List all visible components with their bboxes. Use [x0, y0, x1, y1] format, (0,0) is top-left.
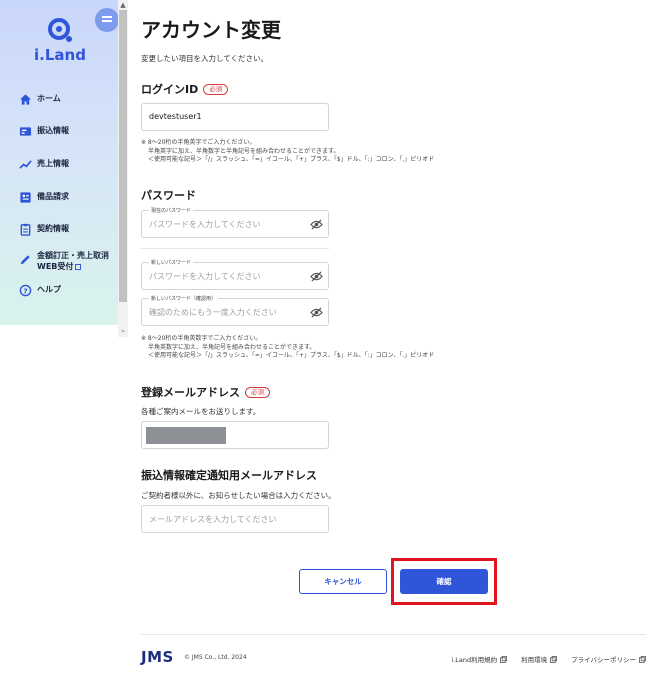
login-id-note-line1: ※ 8〜20桁の半角英字でご入力ください。	[141, 139, 256, 146]
notify-email-heading: 振込情報確定通知用メールアドレス	[141, 467, 317, 483]
footer-divider	[141, 634, 646, 635]
current-password-label: 現在のパスワード	[149, 207, 194, 214]
sidebar-item-label: 備品請求	[37, 192, 69, 201]
sidebar-item-help[interactable]: ? ヘルプ	[19, 284, 61, 297]
password-note-line1: ※ 8〜20桁の半角英数字でご入力ください。	[141, 335, 262, 342]
current-password-placeholder: パスワードを入力してください	[149, 220, 261, 229]
current-password-input[interactable]: 現在のパスワード パスワードを入力してください	[141, 207, 329, 238]
sidebar-item-home[interactable]: ホーム	[19, 93, 61, 106]
email-input[interactable]	[141, 421, 329, 449]
password-heading: パスワード	[141, 187, 196, 203]
notify-email-helper: ご契約者様以外に、お知らせしたい場合は入力ください。	[141, 491, 336, 500]
copyright-text: © JMS Co., Ltd. 2024	[184, 654, 247, 661]
sidebar-item-correction[interactable]: 金額訂正・売上取消 WEB受付	[19, 250, 109, 272]
scroll-down-arrow-icon[interactable]: ⌄	[118, 325, 128, 335]
login-id-note-line2: 半角英字に加え、半角数字と半角記号を組み合わせることができます。	[148, 147, 340, 155]
eye-off-icon[interactable]	[310, 271, 323, 282]
new-password-label: 新しいパスワード	[149, 259, 194, 266]
sidebar-item-label: 振込情報	[37, 126, 69, 135]
footer-link-label: i.Land利用規約	[451, 656, 498, 664]
login-id-title: ログインID	[141, 83, 199, 96]
clipboard-icon	[20, 223, 31, 236]
password-title: パスワード	[141, 189, 196, 202]
external-link-icon	[550, 655, 558, 663]
svg-text:?: ?	[23, 286, 27, 295]
pencil-icon	[20, 255, 30, 265]
page-lead: 変更したい項目を入力してください。	[141, 54, 269, 63]
help-icon: ?	[19, 284, 32, 297]
eye-off-icon[interactable]	[310, 219, 323, 230]
sidebar-item-label: 売上情報	[37, 159, 69, 168]
trend-chart-icon	[19, 160, 32, 169]
footer-link-label: プライバシーポリシー	[571, 656, 636, 664]
password-note: ※ 8〜20桁の半角英数字でご入力ください。 半角英数字に加え、半角記号を組み合…	[141, 335, 434, 361]
sidebar-item-label: 契約情報	[37, 224, 69, 233]
jms-logo: JMS	[141, 648, 174, 666]
notify-email-placeholder: メールアドレスを入力してください	[149, 515, 277, 524]
sidebar: i.Land ホーム 振込情報 売上情報 備品請求 契約情報 金額訂正・売上取消	[0, 0, 119, 325]
hamburger-menu-button[interactable]	[95, 8, 119, 32]
logo-text: i.Land	[34, 46, 86, 64]
sidebar-item-sales[interactable]: 売上情報	[19, 158, 69, 171]
sidebar-item-label-line2: WEB受付	[37, 262, 74, 271]
cancel-button[interactable]: キャンセル	[299, 569, 387, 594]
notify-email-title: 振込情報確定通知用メールアドレス	[141, 469, 317, 482]
new-password-input[interactable]: 新しいパスワード パスワードを入力してください	[141, 259, 329, 290]
email-title: 登録メールアドレス	[141, 386, 240, 399]
password-note-line2: 半角英数字に加え、半角記号を組み合わせることができます。	[148, 343, 316, 351]
eye-off-icon[interactable]	[310, 307, 323, 318]
confirm-password-label: 新しいパスワード（確認用）	[149, 295, 219, 302]
external-link-icon	[500, 655, 508, 663]
notify-email-input[interactable]: メールアドレスを入力してください	[141, 505, 329, 533]
invoice-icon	[20, 192, 31, 203]
external-link-icon	[639, 655, 646, 663]
login-id-input[interactable]: devtestuser1	[141, 103, 329, 131]
sidebar-scrollbar[interactable]: ▲ ⌄	[118, 0, 128, 337]
login-id-heading: ログインID 必須	[141, 81, 229, 97]
password-note-line3: ＜使用可能な記号＞「/」スラッシュ、「=」イコール、「+」プラス、「$」ドル、「…	[148, 352, 435, 359]
email-heading: 登録メールアドレス 必須	[141, 384, 270, 400]
logo-mark-icon	[48, 18, 72, 42]
sidebar-item-label-group: 金額訂正・売上取消 WEB受付	[37, 250, 109, 272]
page-title: アカウント変更	[141, 18, 281, 42]
payment-card-icon	[19, 127, 32, 136]
login-id-note: ※ 8〜20桁の半角英字でご入力ください。 半角英字に加え、半角数字と半角記号を…	[141, 139, 434, 165]
email-helper: 各種ご案内メールをお送りします。	[141, 407, 261, 416]
highlight-box	[391, 558, 497, 605]
footer-link-label: 利用環境	[521, 656, 548, 664]
sidebar-item-payment[interactable]: 振込情報	[19, 125, 69, 138]
login-id-value: devtestuser1	[149, 112, 202, 121]
footer-link-privacy[interactable]: プライバシーポリシー	[571, 654, 646, 664]
footer-link-terms[interactable]: i.Land利用規約	[451, 654, 508, 664]
new-password-placeholder: パスワードを入力してください	[149, 272, 261, 281]
scroll-thumb[interactable]	[119, 10, 127, 302]
login-id-note-line3: ＜使用可能な記号＞「/」スラッシュ、「=」イコール、「+」プラス、「$」ドル、「…	[148, 156, 435, 163]
sidebar-item-contract[interactable]: 契約情報	[19, 223, 69, 236]
redacted-email-value	[146, 427, 226, 444]
home-icon	[19, 94, 32, 105]
sidebar-item-label: ホーム	[37, 94, 61, 103]
confirm-password-input[interactable]: 新しいパスワード（確認用） 確認のためにもう一度入力ください	[141, 295, 329, 326]
external-link-icon	[75, 264, 82, 270]
footer-links: i.Land利用規約 利用環境 プライバシーポリシー	[437, 654, 646, 664]
confirm-password-placeholder: 確認のためにもう一度入力ください	[149, 308, 277, 317]
sidebar-item-label: 金額訂正・売上取消	[37, 251, 109, 260]
sidebar-item-label: ヘルプ	[37, 285, 61, 294]
password-divider	[141, 248, 329, 249]
required-badge: 必須	[245, 386, 270, 398]
required-badge: 必須	[203, 83, 229, 95]
footer-link-environment[interactable]: 利用環境	[521, 654, 558, 664]
scroll-up-arrow-icon[interactable]: ▲	[118, 0, 128, 10]
sidebar-item-supplies[interactable]: 備品請求	[19, 191, 69, 204]
